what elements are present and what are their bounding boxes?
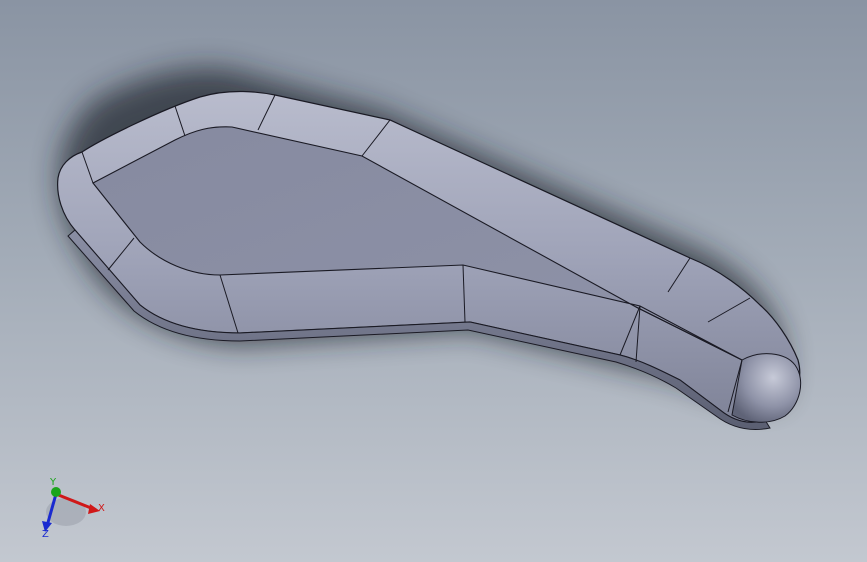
- z-axis-label: Z: [42, 529, 49, 540]
- x-axis-label: X: [98, 503, 105, 514]
- part-model[interactable]: [0, 0, 867, 562]
- y-axis-dot: [51, 487, 61, 497]
- y-axis-label: Y: [50, 477, 57, 488]
- orientation-triad: X Y Z: [30, 470, 120, 550]
- graphics-viewport[interactable]: X Y Z: [0, 0, 867, 562]
- model-body[interactable]: [57, 90, 802, 430]
